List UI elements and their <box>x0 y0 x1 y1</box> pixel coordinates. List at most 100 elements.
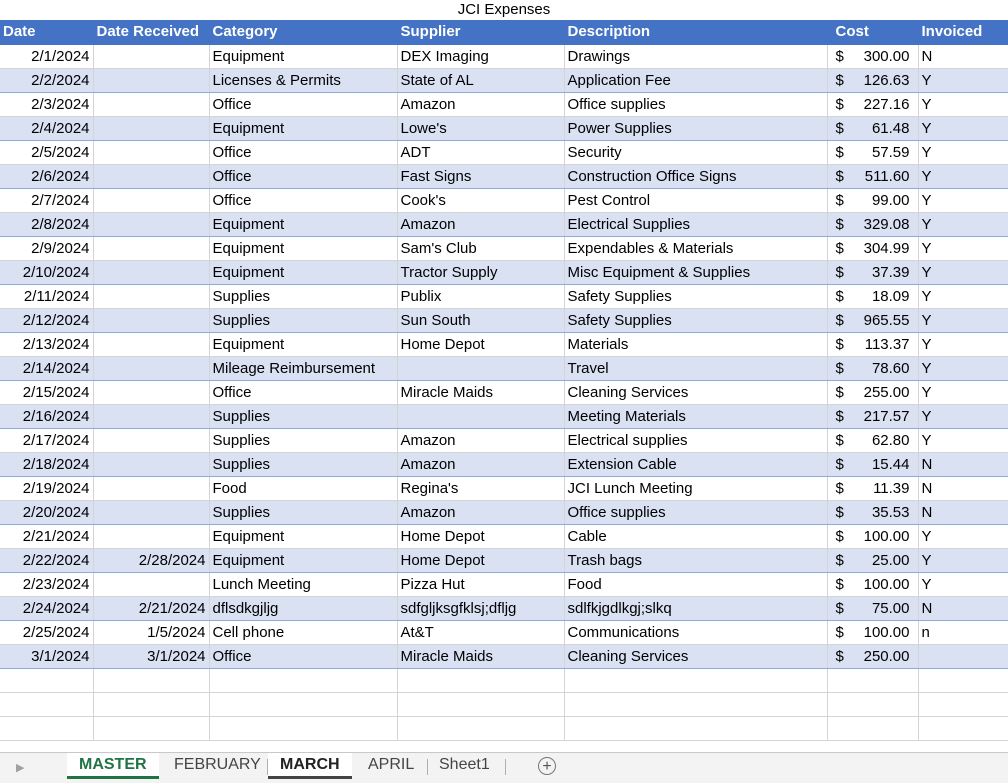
cell-category[interactable]: Office <box>209 188 398 213</box>
cell-date[interactable]: 2/11/2024 <box>0 284 94 309</box>
cell-supplier[interactable]: Pizza Hut <box>397 572 565 597</box>
cell-category[interactable]: Supplies <box>209 307 398 333</box>
cell-description[interactable]: Misc Equipment & Supplies <box>564 259 828 285</box>
cell-supplier[interactable] <box>397 403 565 429</box>
cell-supplier[interactable]: Amazon <box>397 499 565 525</box>
cell-date[interactable]: 2/18/2024 <box>0 451 94 477</box>
cell-invoiced[interactable] <box>918 643 1008 669</box>
empty-cell[interactable] <box>0 692 94 717</box>
sheet-title[interactable]: JCI Expenses <box>0 0 1008 20</box>
cell-date[interactable]: 2/25/2024 <box>0 620 94 645</box>
cell-category[interactable]: Office <box>209 380 398 405</box>
cell-category[interactable]: Food <box>209 476 398 501</box>
cell-invoiced[interactable]: Y <box>918 284 1008 309</box>
cell-cost[interactable]: $511.60 <box>827 163 919 189</box>
empty-cell[interactable] <box>918 692 1008 717</box>
cell-category[interactable]: Equipment <box>209 259 398 285</box>
cell-invoiced[interactable]: Y <box>918 211 1008 237</box>
cell-supplier[interactable]: Home Depot <box>397 547 565 573</box>
empty-cell[interactable] <box>827 692 919 717</box>
cell-date[interactable]: 2/1/2024 <box>0 44 94 69</box>
cell-received[interactable] <box>93 44 210 69</box>
cell-date[interactable]: 2/20/2024 <box>0 499 94 525</box>
cell-supplier[interactable]: Publix <box>397 284 565 309</box>
cell-cost[interactable]: $37.39 <box>827 259 919 285</box>
cell-received[interactable] <box>93 451 210 477</box>
cell-description[interactable]: sdlfkjgdlkgj;slkq <box>564 595 828 621</box>
cell-supplier[interactable]: Lowe's <box>397 115 565 141</box>
cell-date[interactable]: 2/3/2024 <box>0 92 94 117</box>
cell-supplier[interactable]: Cook's <box>397 188 565 213</box>
cell-description[interactable]: Electrical Supplies <box>564 211 828 237</box>
empty-cell[interactable] <box>918 668 1008 693</box>
empty-cell[interactable] <box>827 668 919 693</box>
header-description[interactable]: Description <box>564 20 828 45</box>
cell-cost[interactable]: $18.09 <box>827 284 919 309</box>
cell-supplier[interactable]: Home Depot <box>397 332 565 357</box>
cell-date[interactable]: 2/23/2024 <box>0 572 94 597</box>
cell-description[interactable]: Safety Supplies <box>564 307 828 333</box>
empty-cell[interactable] <box>397 692 565 717</box>
cell-supplier[interactable]: State of AL <box>397 67 565 93</box>
cell-category[interactable]: Office <box>209 140 398 165</box>
cell-supplier[interactable]: Amazon <box>397 451 565 477</box>
cell-date[interactable]: 2/8/2024 <box>0 211 94 237</box>
cell-description[interactable]: Drawings <box>564 44 828 69</box>
cell-date[interactable]: 2/24/2024 <box>0 595 94 621</box>
cell-description[interactable]: Meeting Materials <box>564 403 828 429</box>
empty-cell[interactable] <box>209 692 398 717</box>
cell-category[interactable]: Cell phone <box>209 620 398 645</box>
cell-cost[interactable]: $965.55 <box>827 307 919 333</box>
cell-cost[interactable]: $11.39 <box>827 476 919 501</box>
cell-supplier[interactable]: Tractor Supply <box>397 259 565 285</box>
cell-description[interactable]: Expendables & Materials <box>564 236 828 261</box>
cell-received[interactable] <box>93 403 210 429</box>
cell-category[interactable]: Supplies <box>209 403 398 429</box>
cell-date[interactable]: 2/13/2024 <box>0 332 94 357</box>
cell-category[interactable]: Office <box>209 163 398 189</box>
cell-supplier[interactable]: Home Depot <box>397 524 565 549</box>
cell-cost[interactable]: $329.08 <box>827 211 919 237</box>
empty-cell[interactable] <box>209 716 398 741</box>
cell-cost[interactable]: $227.16 <box>827 92 919 117</box>
cell-received[interactable] <box>93 307 210 333</box>
cell-received[interactable] <box>93 163 210 189</box>
cell-description[interactable]: Security <box>564 140 828 165</box>
empty-cell[interactable] <box>93 716 210 741</box>
cell-received[interactable] <box>93 355 210 381</box>
cell-supplier[interactable]: DEX Imaging <box>397 44 565 69</box>
cell-supplier[interactable]: Regina's <box>397 476 565 501</box>
cell-category[interactable]: Equipment <box>209 211 398 237</box>
cell-category[interactable]: Office <box>209 643 398 669</box>
cell-description[interactable]: Safety Supplies <box>564 284 828 309</box>
cell-date[interactable]: 2/10/2024 <box>0 259 94 285</box>
cell-description[interactable]: Extension Cable <box>564 451 828 477</box>
cell-description[interactable]: Application Fee <box>564 67 828 93</box>
cell-invoiced[interactable]: Y <box>918 547 1008 573</box>
cell-description[interactable]: Materials <box>564 332 828 357</box>
cell-received[interactable]: 3/1/2024 <box>93 643 210 669</box>
cell-received[interactable] <box>93 476 210 501</box>
cell-date[interactable]: 2/21/2024 <box>0 524 94 549</box>
cell-category[interactable]: Lunch Meeting <box>209 572 398 597</box>
cell-invoiced[interactable]: Y <box>918 355 1008 381</box>
tab-february[interactable]: FEBRUARY <box>162 753 273 779</box>
add-sheet-icon[interactable]: + <box>538 757 556 775</box>
header-cost[interactable]: Cost <box>827 20 919 45</box>
cell-supplier[interactable]: Amazon <box>397 92 565 117</box>
cell-description[interactable]: Construction Office Signs <box>564 163 828 189</box>
cell-supplier[interactable]: Fast Signs <box>397 163 565 189</box>
header-category[interactable]: Category <box>209 20 398 45</box>
cell-category[interactable]: Office <box>209 92 398 117</box>
empty-cell[interactable] <box>209 668 398 693</box>
empty-cell[interactable] <box>397 668 565 693</box>
cell-category[interactable]: Mileage Reimbursement <box>209 355 398 381</box>
cell-category[interactable]: Supplies <box>209 284 398 309</box>
cell-description[interactable]: Office supplies <box>564 92 828 117</box>
cell-description[interactable]: Pest Control <box>564 188 828 213</box>
cell-cost[interactable]: $304.99 <box>827 236 919 261</box>
header-date[interactable]: Date <box>0 20 94 45</box>
cell-invoiced[interactable]: Y <box>918 307 1008 333</box>
cell-date[interactable]: 2/16/2024 <box>0 403 94 429</box>
cell-received[interactable] <box>93 67 210 93</box>
